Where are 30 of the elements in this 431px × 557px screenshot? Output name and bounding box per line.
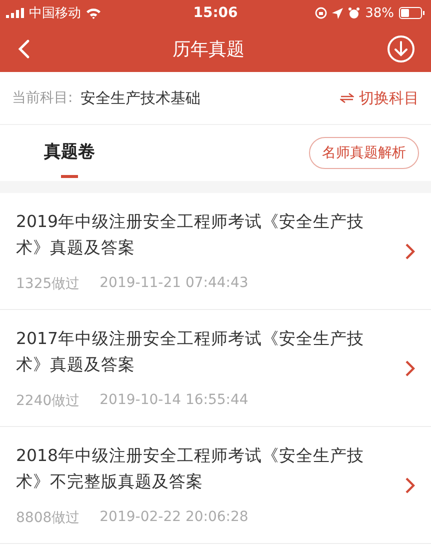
wifi-icon (86, 8, 101, 18)
chevron-right-icon (405, 476, 415, 494)
paper-title: 2019年中级注册安全工程师考试《安全生产技术》真题及答案 (16, 211, 365, 259)
done-count: 1325做过 (16, 274, 80, 293)
paper-item[interactable]: 2018年中级注册安全工程师考试《安全生产技术》不完整版真题及答案 8808做过 2019-02-22 20:06:28 (0, 427, 431, 544)
swap-icon (340, 93, 354, 103)
paper-date: 2019-02-22 20:06:28 (100, 508, 248, 527)
alarm-icon (348, 7, 360, 19)
carrier-text: 中国移动 (29, 5, 81, 22)
subject-label: 当前科目: (12, 89, 73, 107)
chevron-right-icon (405, 242, 415, 260)
paper-title: 2017年中级注册安全工程师考试《安全生产技术》真题及答案 (16, 328, 365, 376)
teacher-analysis-button[interactable]: 名师真题解析 (309, 137, 419, 169)
battery-icon (399, 7, 425, 19)
paper-title: 2018年中级注册安全工程师考试《安全生产技术》不完整版真题及答案 (16, 445, 365, 493)
paper-date: 2019-11-21 07:44:43 (100, 274, 248, 293)
chevron-right-icon (405, 360, 415, 376)
paper-date: 2019-10-14 16:55:44 (100, 392, 248, 410)
location-icon (332, 8, 344, 18)
clock-text: 15:06 (193, 5, 238, 21)
page-title: 历年真题 (172, 38, 244, 61)
paper-item[interactable]: 2019年中级注册安全工程师考试《安全生产技术》真题及答案 1325做过 2019-11-21 07:44:43 (0, 193, 431, 310)
signal-icon (6, 8, 24, 18)
rotation-lock-icon (315, 7, 328, 19)
subject-name: 安全生产技术基础 (80, 88, 201, 108)
done-count: 2240做过 (16, 392, 80, 410)
switch-subject-button[interactable]: 切换科目 (340, 88, 419, 108)
battery-text: 38% (365, 6, 394, 20)
done-count: 8808做过 (16, 508, 80, 527)
paper-item[interactable]: 2017年中级注册安全工程师考试《安全生产技术》真题及答案 2240做过 2019-10-14 16:55:44 (0, 310, 431, 427)
